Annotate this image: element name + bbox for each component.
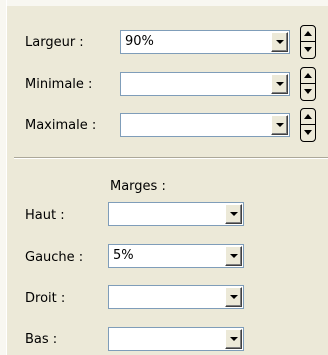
min-width-spinner[interactable] [300, 67, 316, 101]
chevron-down-icon[interactable] [225, 246, 242, 266]
margin-bottom-label: Bas : [25, 332, 58, 347]
arrow-up-icon[interactable] [301, 26, 315, 42]
margin-left-value: 5% [113, 248, 134, 263]
min-width-combobox[interactable] [120, 72, 290, 96]
margin-right-combobox[interactable] [108, 285, 244, 309]
chevron-down-icon[interactable] [271, 32, 288, 52]
arrow-down-icon[interactable] [301, 84, 315, 100]
margin-top-combobox[interactable] [108, 202, 244, 226]
chevron-down-icon[interactable] [225, 287, 242, 307]
arrow-down-icon[interactable] [301, 42, 315, 58]
margin-left-label: Gauche : [25, 250, 84, 265]
width-spinner[interactable] [300, 25, 316, 59]
panel-top-border [0, 0, 328, 6]
section-divider [14, 157, 328, 159]
properties-panel: Largeur : 90% Minimale : Maximale : Marg… [0, 0, 328, 355]
arrow-down-icon[interactable] [301, 125, 315, 141]
arrow-up-icon[interactable] [301, 109, 315, 125]
width-combobox[interactable]: 90% [120, 30, 290, 54]
margin-bottom-combobox[interactable] [108, 327, 244, 351]
width-label: Largeur : [25, 35, 84, 50]
chevron-down-icon[interactable] [271, 115, 288, 135]
panel-left-border [0, 0, 7, 355]
max-width-spinner[interactable] [300, 108, 316, 142]
max-width-combobox[interactable] [120, 113, 290, 137]
max-width-label: Maximale : [25, 118, 97, 133]
min-width-label: Minimale : [25, 77, 93, 92]
margin-top-label: Haut : [25, 208, 65, 223]
margin-left-combobox[interactable]: 5% [108, 244, 244, 268]
chevron-down-icon[interactable] [225, 329, 242, 349]
width-value: 90% [125, 34, 154, 49]
margin-right-label: Droit : [25, 291, 66, 306]
chevron-down-icon[interactable] [271, 74, 288, 94]
chevron-down-icon[interactable] [225, 204, 242, 224]
arrow-up-icon[interactable] [301, 68, 315, 84]
margins-heading: Marges : [110, 179, 166, 194]
